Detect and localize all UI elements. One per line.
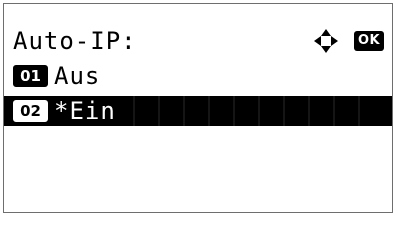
menu-item-number: 01 — [13, 65, 48, 87]
lcd-panel: Auto-IP: OK 01 Aus 02 *Ein — [3, 3, 393, 213]
menu-item-label: *Ein — [54, 97, 116, 125]
four-way-arrow-icon — [314, 29, 338, 53]
ok-button[interactable]: OK — [354, 31, 384, 51]
menu-item-aus[interactable]: 01 Aus — [4, 61, 392, 91]
screen-title: Auto-IP: — [13, 27, 137, 55]
menu-item-label: Aus — [54, 62, 101, 90]
menu-item-number: 02 — [13, 100, 48, 122]
header-row: Auto-IP: OK — [4, 26, 392, 56]
menu-item-ein[interactable]: 02 *Ein — [4, 96, 392, 126]
